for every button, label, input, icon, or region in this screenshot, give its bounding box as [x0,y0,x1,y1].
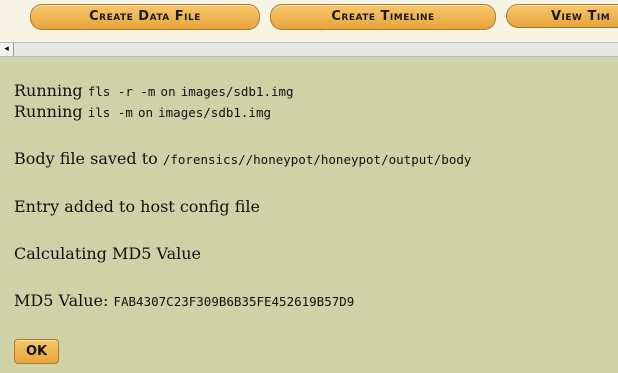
md5-label: MD5 Value: [14,291,109,310]
line-connector: on [137,105,154,120]
forensic-browser-window: Create Data File Create Timeline View Ti… [0,0,618,373]
ok-button[interactable]: OK [14,339,59,364]
create-data-file-tab[interactable]: Create Data File [30,4,260,30]
line-prefix: Running [14,102,83,121]
output-line-calculating: Calculating MD5 Value [14,244,201,263]
line-prefix: Body file saved to [14,149,158,168]
output-line-ils: Running ils -m on images/sdb1.img [14,102,271,121]
image-path: images/sdb1.img [180,84,294,99]
line-prefix: Running [14,81,83,100]
horizontal-scrollbar[interactable]: ◂ [0,42,618,57]
line-connector: on [160,84,176,99]
output-line-fls: Running fls -r -m on images/sdb1.img [14,81,294,100]
command-text: ils -m [87,105,133,120]
command-text: fls -r -m [87,84,156,99]
output-line-body-file: Body file saved to /forensics//honeypot/… [14,149,471,168]
scroll-left-arrow-icon[interactable]: ◂ [0,43,14,56]
md5-value: FAB4307C23F309B6B35FE452619B57D9 [113,294,355,309]
output-line-md5: MD5 Value: FAB4307C23F309B6B35FE452619B5… [14,291,354,310]
top-navigation-bar: Create Data File Create Timeline View Ti… [0,0,618,42]
image-path: images/sdb1.img [158,105,272,120]
create-timeline-tab[interactable]: Create Timeline [270,4,496,30]
output-panel: Running fls -r -m on images/sdb1.img Run… [0,57,618,373]
view-timeline-tab[interactable]: View Tim [506,4,618,28]
output-line-config: Entry added to host config file [14,197,260,216]
body-file-path: /forensics//honeypot/honeypot/output/bod… [162,152,472,167]
